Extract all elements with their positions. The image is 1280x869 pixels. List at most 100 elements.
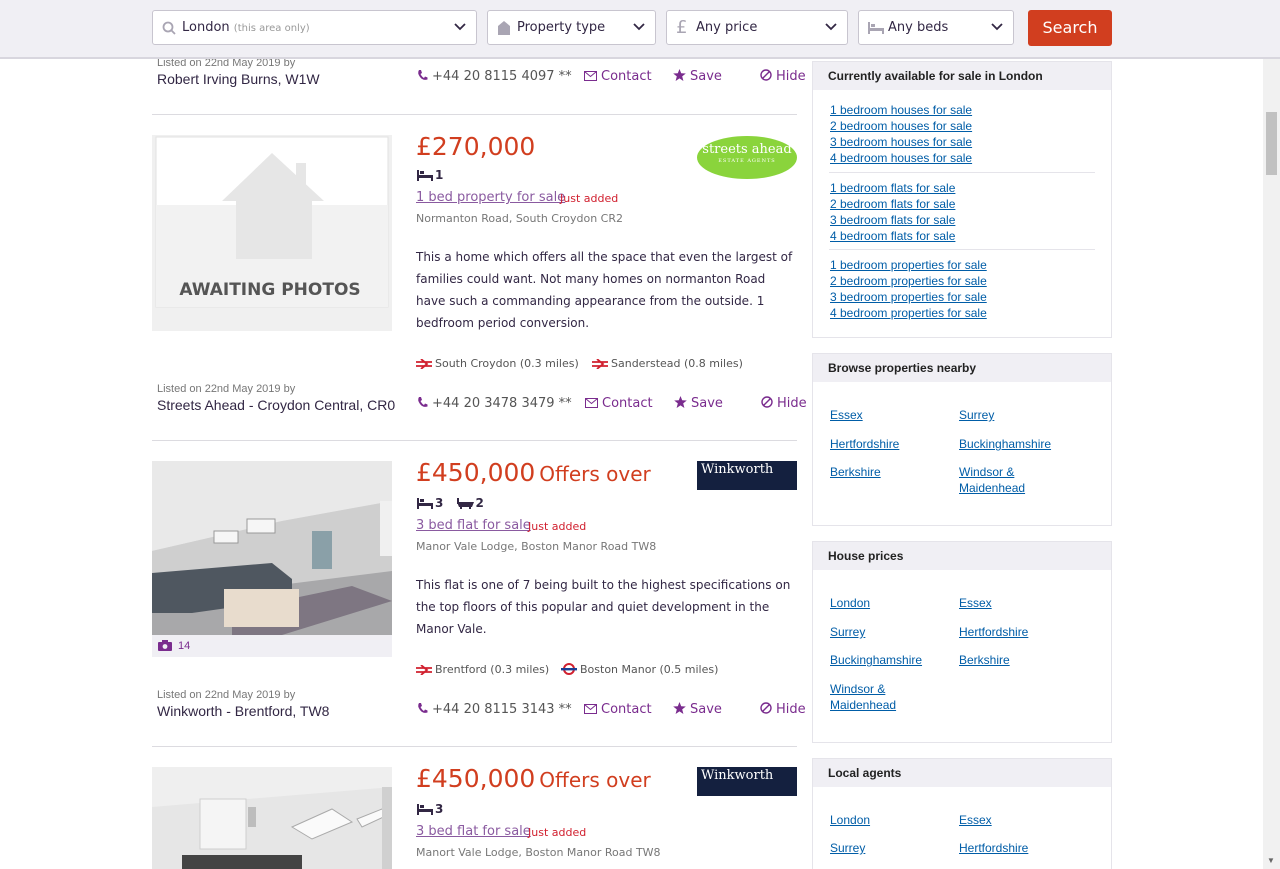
save-button[interactable]: Save — [673, 702, 722, 717]
envelope-icon — [584, 71, 597, 81]
pound-icon: £ — [676, 17, 688, 38]
sidebar-link[interactable]: Surrey — [830, 624, 865, 640]
scroll-down-arrow-icon[interactable]: ▼ — [1267, 856, 1275, 865]
sidebar-link[interactable]: 1 bedroom flats for sale — [830, 180, 955, 196]
sidebar-link[interactable]: 4 bedroom houses for sale — [830, 150, 972, 166]
agent-name[interactable]: Robert Irving Burns, W1W — [157, 71, 320, 87]
phone-link[interactable]: +44 20 3478 3479 ** — [417, 396, 572, 411]
house-prices-panel: House prices London Essex Surrey Hertfor… — [812, 541, 1112, 743]
phone-link[interactable]: +44 20 8115 4097 ** — [417, 69, 572, 84]
sidebar-link[interactable]: Surrey — [830, 840, 865, 856]
search-button[interactable]: Search — [1028, 10, 1112, 46]
just-added-badge: Just added — [528, 520, 587, 533]
listing-photo[interactable]: AWAITING PHOTOS — [152, 135, 392, 331]
hide-button[interactable]: Hide — [761, 396, 807, 411]
listing-card: 14 £450,000 Offers over Winkworth 3 2 3 b… — [152, 458, 806, 731]
chevron-down-icon — [454, 23, 466, 31]
hide-button[interactable]: Hide — [760, 702, 806, 717]
bed-icon — [417, 170, 433, 181]
agent-logo[interactable]: Winkworth — [697, 461, 797, 490]
agent-name[interactable]: Streets Ahead - Croydon Central, CR0 — [157, 397, 395, 413]
save-button[interactable]: Save — [674, 396, 723, 411]
room-photo — [152, 461, 392, 635]
star-icon — [673, 69, 686, 81]
sidebar-link[interactable]: Buckinghamshire — [959, 436, 1051, 452]
baths-value: 2 — [475, 496, 484, 510]
property-type-link[interactable]: 1 bed property for sale — [416, 190, 565, 205]
description[interactable]: This a home which offers all the space t… — [416, 246, 796, 334]
hide-icon — [761, 396, 773, 408]
sidebar-link[interactable]: Berkshire — [830, 464, 881, 480]
sidebar-link[interactable]: 2 bedroom flats for sale — [830, 196, 955, 212]
sidebar-link[interactable]: 3 bedroom flats for sale — [830, 212, 955, 228]
sidebar-link[interactable]: London — [830, 595, 870, 611]
price-qualifier: Offers over — [539, 768, 651, 792]
sidebar-link[interactable]: Essex — [959, 812, 992, 828]
sidebar-link[interactable]: London — [830, 812, 870, 828]
listing-card: Listed on 22nd May 2019 by Robert Irving… — [152, 57, 806, 114]
local-agents-panel: Local agents London Essex Surrey Hertfor… — [812, 758, 1112, 869]
divider — [152, 114, 797, 115]
agent-logo-text: streets ahead — [702, 142, 792, 157]
listed-date: Listed on 22nd May 2019 by — [157, 689, 296, 701]
property-type-select[interactable]: Property type — [487, 10, 656, 45]
sidebar-link[interactable]: Berkshire — [959, 652, 1010, 668]
sidebar-link[interactable]: 1 bedroom houses for sale — [830, 102, 972, 118]
photo-count[interactable]: 14 — [152, 635, 392, 657]
property-type-link[interactable]: 3 bed flat for sale — [416, 518, 531, 533]
sidebar-link[interactable]: 2 bedroom houses for sale — [830, 118, 972, 134]
sidebar-link[interactable]: 3 bedroom houses for sale — [830, 134, 972, 150]
hide-icon — [760, 702, 772, 714]
location-note: (this area only) — [233, 23, 310, 34]
underground-icon — [561, 663, 577, 675]
price-select[interactable]: £ Any price — [666, 10, 848, 45]
sidebar-link[interactable]: Hertfordshire — [959, 624, 1028, 640]
beds-count: 3 — [417, 802, 443, 816]
sidebar-link[interactable]: Essex — [830, 407, 863, 423]
listed-date: Listed on 22nd May 2019 by — [157, 383, 296, 395]
description[interactable]: This flat is one of 7 being built to the… — [416, 574, 796, 640]
sidebar-link[interactable]: Windsor & Maidenhead — [830, 681, 920, 713]
sidebar-link[interactable]: Buckinghamshire — [830, 652, 922, 668]
agent-name[interactable]: Winkworth - Brentford, TW8 — [157, 703, 329, 719]
agent-logo[interactable]: Winkworth — [697, 767, 797, 796]
chevron-down-icon — [825, 23, 837, 31]
sidebar-link[interactable]: Windsor & Maidenhead — [959, 464, 1049, 496]
contact-button[interactable]: Contact — [585, 396, 653, 411]
beds-value: 3 — [435, 496, 444, 510]
sidebar-link[interactable]: 1 bedroom properties for sale — [830, 257, 987, 273]
location-input[interactable]: London (this area only) — [152, 10, 477, 45]
save-button[interactable]: Save — [673, 69, 722, 84]
envelope-icon — [584, 704, 597, 714]
kitchen-photo — [152, 767, 393, 869]
sidebar-link[interactable]: Hertfordshire — [959, 840, 1028, 856]
envelope-icon — [585, 398, 598, 408]
address: Manort Vale Lodge, Boston Manor Road TW8 — [416, 846, 661, 859]
awaiting-photos-label: AWAITING PHOTOS — [179, 280, 361, 300]
beds-baths-count: 3 2 — [417, 496, 484, 510]
price: £450,000 Offers over — [416, 767, 651, 793]
sidebar-link[interactable]: 4 bedroom properties for sale — [830, 305, 987, 321]
browse-nearby-panel: Browse properties nearby Essex Surrey He… — [812, 353, 1112, 526]
price: £270,000 — [416, 132, 536, 161]
listing-photo[interactable] — [152, 767, 393, 869]
scrollbar-thumb[interactable] — [1266, 112, 1277, 175]
contact-button[interactable]: Contact — [584, 69, 652, 84]
hide-button[interactable]: Hide — [760, 69, 806, 84]
sidebar-link[interactable]: 3 bedroom properties for sale — [830, 289, 987, 305]
sidebar-link[interactable]: 4 bedroom flats for sale — [830, 228, 955, 244]
vertical-scrollbar[interactable]: ▼ — [1263, 57, 1280, 869]
phone-link[interactable]: +44 20 8115 3143 ** — [417, 702, 572, 717]
sidebar-link[interactable]: 2 bedroom properties for sale — [830, 273, 987, 289]
station-item: Sanderstead (0.8 miles) — [592, 357, 743, 370]
price-value: Any price — [696, 20, 758, 35]
property-type-link[interactable]: 3 bed flat for sale — [416, 824, 531, 839]
sidebar-link[interactable]: Essex — [959, 595, 992, 611]
listing-photo[interactable] — [152, 461, 392, 635]
contact-button[interactable]: Contact — [584, 702, 652, 717]
sidebar-link[interactable]: Surrey — [959, 407, 994, 423]
agent-logo[interactable]: streets ahead ESTATE AGENTS — [697, 136, 797, 179]
sidebar-link[interactable]: Hertfordshire — [830, 436, 899, 452]
divider — [152, 440, 797, 441]
beds-select[interactable]: Any beds — [858, 10, 1014, 45]
